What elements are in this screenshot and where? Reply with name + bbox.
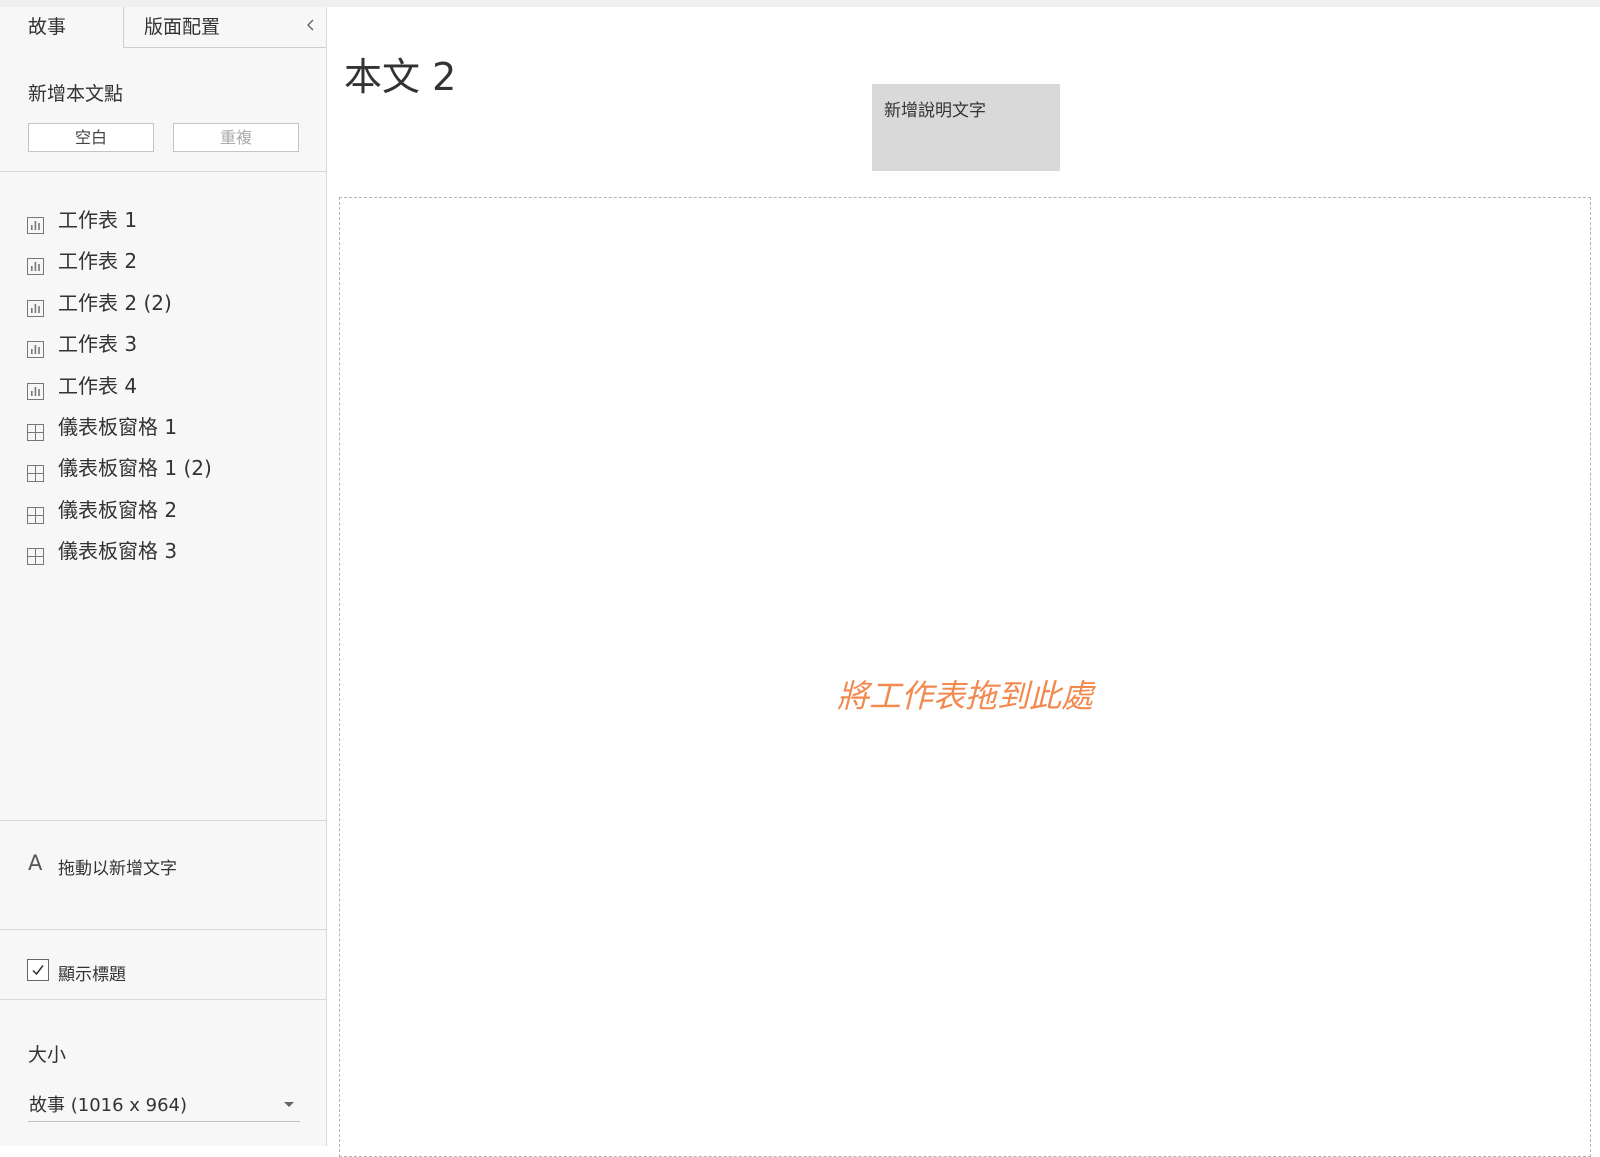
text-icon: A <box>28 851 43 875</box>
new-story-point-label: 新增本文點 <box>28 83 124 105</box>
worksheet-icon <box>27 377 44 400</box>
sheet-item-worksheet-3[interactable]: 工作表 3 <box>0 328 326 369</box>
size-dropdown[interactable]: 故事 (1016 x 964) <box>28 1089 300 1122</box>
dashboard-icon <box>27 501 44 524</box>
sheet-item-worksheet-4[interactable]: 工作表 4 <box>0 370 326 411</box>
sheet-label: 儀表板窗格 2 <box>58 497 178 522</box>
divider <box>0 929 327 930</box>
divider <box>0 999 327 1000</box>
sheet-item-dashboard-1-copy[interactable]: 儀表板窗格 1 (2) <box>0 452 326 493</box>
sidebar-tabs: 故事 版面配置 <box>0 7 327 48</box>
drag-text-label: 拖動以新增文字 <box>58 859 177 879</box>
tab-story[interactable]: 故事 <box>0 7 124 48</box>
tab-layout[interactable]: 版面配置 <box>123 7 326 48</box>
top-strip <box>0 0 1600 7</box>
worksheet-icon <box>27 294 44 317</box>
worksheet-icon <box>27 211 44 234</box>
sheet-item-worksheet-1[interactable]: 工作表 1 <box>0 204 326 245</box>
collapse-sidebar-button[interactable] <box>299 7 323 47</box>
caption-box[interactable]: 新增說明文字 <box>872 84 1060 171</box>
story-sidebar: 故事 版面配置 新增本文點 空白 重複 工作表 1 工作表 2 工作表 2 (2… <box>0 7 327 1146</box>
divider <box>0 171 327 172</box>
sheet-label: 工作表 2 (2) <box>58 290 172 315</box>
worksheet-icon <box>27 335 44 359</box>
caret-down-icon <box>284 1102 294 1107</box>
duplicate-button[interactable]: 重複 <box>173 123 299 152</box>
story-point-title[interactable]: 本文 2 <box>344 46 456 101</box>
sheet-list: 工作表 1 工作表 2 工作表 2 (2) 工作表 3 工作表 4 儀表板窗格 … <box>0 204 326 577</box>
sheet-label: 工作表 1 <box>58 208 138 232</box>
dashboard-icon <box>27 542 44 566</box>
sheet-label: 工作表 4 <box>58 373 138 398</box>
sheet-item-worksheet-2-copy[interactable]: 工作表 2 (2) <box>0 287 326 328</box>
show-title-label: 顯示標題 <box>58 965 126 985</box>
sheet-label: 工作表 2 <box>58 249 138 274</box>
divider <box>0 820 327 821</box>
sheet-label: 儀表板窗格 1 <box>58 414 178 439</box>
sheet-item-dashboard-2[interactable]: 儀表板窗格 2 <box>0 494 326 535</box>
dashboard-icon <box>27 418 44 441</box>
sheet-label: 儀表板窗格 1 (2) <box>58 456 212 481</box>
sheet-item-dashboard-1[interactable]: 儀表板窗格 1 <box>0 411 326 452</box>
dashboard-icon <box>27 459 44 483</box>
size-label: 大小 <box>28 1044 67 1066</box>
drag-text-tool[interactable]: A 拖動以新增文字 <box>0 845 326 885</box>
sheet-item-dashboard-3[interactable]: 儀表板窗格 3 <box>0 535 326 576</box>
sheet-label: 工作表 3 <box>58 332 138 357</box>
blank-button[interactable]: 空白 <box>28 123 154 152</box>
sheet-item-worksheet-2[interactable]: 工作表 2 <box>0 245 326 286</box>
show-title-checkbox[interactable] <box>27 959 49 981</box>
worksheet-icon <box>27 252 44 276</box>
sheet-drop-zone[interactable]: 將工作表拖到此處 <box>339 197 1591 1157</box>
story-canvas: 本文 2 新增說明文字 將工作表拖到此處 <box>328 7 1600 1157</box>
drop-hint-text: 將工作表拖到此處 <box>836 677 1093 715</box>
chevron-left-icon <box>306 17 316 36</box>
sheet-label: 儀表板窗格 3 <box>58 539 178 564</box>
size-value: 故事 (1016 x 964) <box>29 1095 188 1116</box>
